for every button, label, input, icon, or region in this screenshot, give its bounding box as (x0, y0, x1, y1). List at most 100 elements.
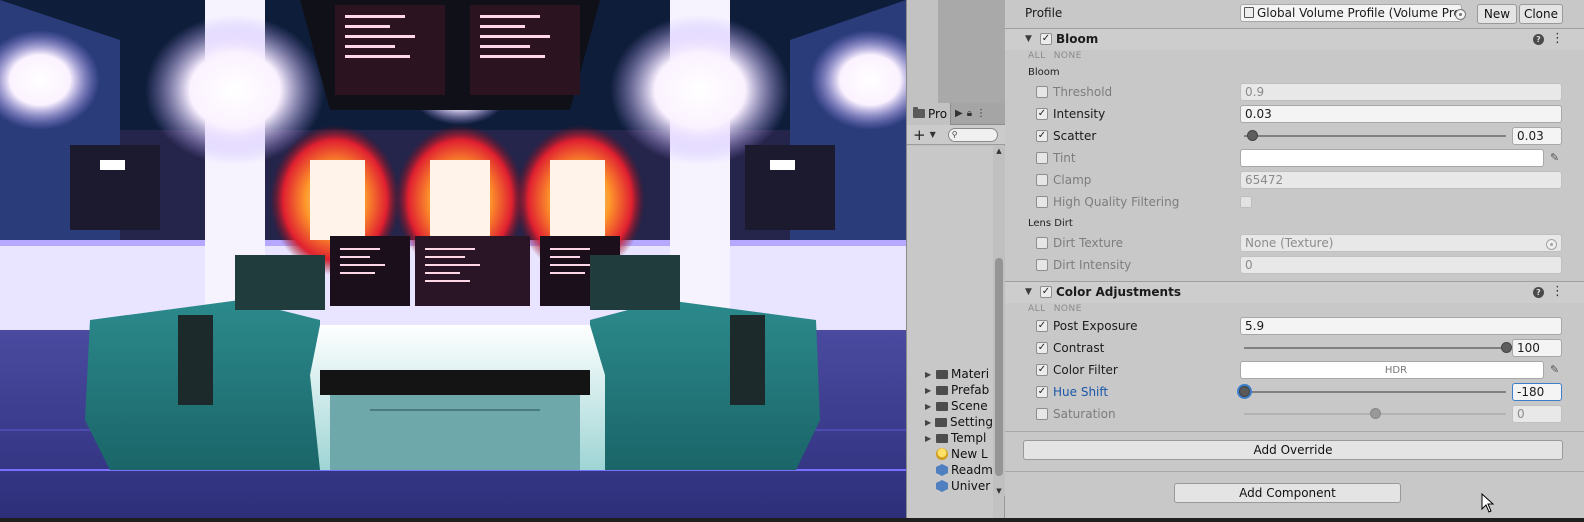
list-item[interactable]: ▶ Templ (925, 430, 993, 446)
tab-project[interactable]: Pro (907, 102, 951, 125)
hq-filtering-row: High Quality Filtering (1005, 191, 1584, 213)
clamp-field[interactable]: 65472 (1240, 171, 1562, 189)
color-adjustments-none-link[interactable]: NONE (1054, 304, 1082, 314)
project-scrollbar[interactable]: ▲ ▼ (993, 146, 1005, 496)
color-adjustments-all-link[interactable]: ALL (1028, 304, 1046, 314)
saturation-slider-handle[interactable] (1370, 408, 1381, 419)
profile-row: Profile Global Volume Profile (Volume Pr… (1005, 2, 1584, 24)
intensity-label: Intensity (1053, 107, 1106, 121)
scatter-override-checkbox[interactable]: ✓ (1036, 130, 1048, 142)
lens-dirt-section-label: Lens Dirt (1028, 218, 1073, 229)
expand-arrow-icon[interactable]: ▶ (925, 386, 933, 395)
scatter-slider-handle[interactable] (1246, 130, 1258, 141)
lock-icon[interactable]: 🔒︎ (967, 108, 972, 119)
object-picker-icon[interactable] (1546, 239, 1557, 250)
project-search-input[interactable]: ⚲ (947, 127, 998, 142)
object-picker-icon[interactable] (1455, 9, 1466, 20)
dirt-intensity-override-checkbox[interactable] (1036, 259, 1048, 271)
scrollbar-thumb[interactable] (995, 258, 1003, 476)
expand-arrow-icon[interactable]: ▶ (925, 370, 933, 379)
post-exposure-row: ✓ Post Exposure 5.9 (1005, 315, 1584, 337)
expand-arrow-icon[interactable]: ▶ (925, 434, 933, 443)
post-exposure-field[interactable]: 5.9 (1240, 317, 1562, 335)
mouse-cursor-icon (1481, 493, 1495, 513)
more-menu-icon[interactable]: ⋮ (976, 108, 986, 119)
project-top-dark-area (938, 0, 1005, 103)
help-icon[interactable]: ? (1533, 34, 1544, 45)
color-filter-row: ✓ Color Filter HDR ✎ (1005, 359, 1584, 381)
foldout-arrow-icon[interactable]: ▼ (1025, 34, 1032, 44)
color-filter-field[interactable]: HDR (1240, 361, 1544, 379)
volume-profile-icon (1244, 7, 1254, 18)
threshold-override-checkbox[interactable] (1036, 86, 1048, 98)
asset-cube-icon (936, 480, 948, 492)
dirt-texture-field[interactable]: None (Texture) (1240, 234, 1562, 252)
chevron-down-icon[interactable]: ▼ (930, 130, 936, 139)
new-profile-button[interactable]: New (1477, 4, 1517, 24)
eyedropper-icon[interactable]: ✎ (1550, 151, 1559, 164)
create-plus-icon[interactable]: + (913, 127, 926, 142)
contrast-field[interactable]: 100 (1512, 339, 1562, 357)
profile-object-field[interactable]: Global Volume Profile (Volume Profi (1240, 4, 1462, 22)
list-item[interactable]: Readm (925, 462, 993, 478)
add-override-button[interactable]: Add Override (1023, 440, 1563, 460)
hue-shift-field[interactable]: -180 (1512, 383, 1562, 401)
hq-filtering-checkbox[interactable] (1240, 196, 1252, 208)
eyedropper-icon[interactable]: ✎ (1550, 363, 1559, 376)
bloom-none-link[interactable]: NONE (1054, 51, 1082, 61)
divider (1005, 471, 1584, 472)
dirt-intensity-label: Dirt Intensity (1053, 258, 1132, 272)
tint-color-field[interactable] (1240, 149, 1544, 167)
scroll-up-icon[interactable]: ▲ (993, 146, 1005, 156)
folder-icon (936, 385, 948, 395)
contrast-row: ✓ Contrast 100 (1005, 337, 1584, 359)
color-filter-override-checkbox[interactable]: ✓ (1036, 364, 1048, 376)
foldout-arrow-icon[interactable]: ▼ (1025, 287, 1032, 297)
bloom-header[interactable]: ▼ ✓ Bloom ? ⋮ (1005, 28, 1584, 50)
clamp-override-checkbox[interactable] (1036, 174, 1048, 186)
contrast-override-checkbox[interactable]: ✓ (1036, 342, 1048, 354)
threshold-field[interactable]: 0.9 (1240, 83, 1562, 101)
hue-shift-slider-handle[interactable] (1239, 386, 1250, 397)
list-item[interactable]: New L (925, 446, 993, 462)
scene-view[interactable] (0, 0, 906, 518)
color-adjustments-header[interactable]: ▼ ✓ Color Adjustments ? ⋮ (1005, 281, 1584, 303)
add-component-button[interactable]: Add Component (1174, 483, 1401, 503)
bloom-enabled-checkbox[interactable]: ✓ (1040, 33, 1052, 45)
dirt-intensity-field[interactable]: 0 (1240, 256, 1562, 274)
hue-shift-override-checkbox[interactable]: ✓ (1036, 386, 1048, 398)
post-exposure-override-checkbox[interactable]: ✓ (1036, 320, 1048, 332)
dirt-texture-override-checkbox[interactable] (1036, 237, 1048, 249)
hq-filtering-override-checkbox[interactable] (1036, 196, 1048, 208)
tint-row: Tint ✎ (1005, 147, 1584, 169)
expand-arrow-icon[interactable]: ▶ (925, 418, 932, 427)
more-menu-icon[interactable]: ⋮ (1551, 284, 1564, 299)
tab-project-label: Pro (928, 106, 948, 121)
color-adjustments-enabled-checkbox[interactable]: ✓ (1040, 286, 1052, 298)
divider (1005, 431, 1584, 432)
tint-override-checkbox[interactable] (1036, 152, 1048, 164)
hue-shift-slider-track[interactable] (1244, 391, 1506, 393)
help-icon[interactable]: ? (1533, 287, 1544, 298)
scroll-down-icon[interactable]: ▼ (993, 486, 1005, 496)
list-item[interactable]: Univer (925, 478, 993, 494)
play-icon[interactable]: ▶ (955, 108, 963, 119)
dirt-texture-label: Dirt Texture (1053, 236, 1123, 250)
intensity-override-checkbox[interactable]: ✓ (1036, 108, 1048, 120)
bloom-all-link[interactable]: ALL (1028, 51, 1046, 61)
list-item[interactable]: ▶ Materi (925, 366, 993, 382)
more-menu-icon[interactable]: ⋮ (1551, 31, 1564, 46)
contrast-slider-track[interactable] (1244, 347, 1506, 349)
saturation-override-checkbox[interactable] (1036, 408, 1048, 420)
list-item[interactable]: ▶ Scene (925, 398, 993, 414)
expand-arrow-icon[interactable]: ▶ (925, 402, 933, 411)
contrast-slider-handle[interactable] (1501, 342, 1512, 353)
scatter-slider-track[interactable] (1244, 135, 1506, 137)
intensity-field[interactable]: 0.03 (1240, 105, 1562, 123)
saturation-field[interactable]: 0 (1512, 405, 1562, 423)
clone-profile-button[interactable]: Clone (1519, 4, 1563, 24)
list-item[interactable]: ▶ Prefab (925, 382, 993, 398)
scatter-field[interactable]: 0.03 (1512, 127, 1562, 145)
clamp-row: Clamp 65472 (1005, 169, 1584, 191)
list-item[interactable]: ▶ Setting (925, 414, 993, 430)
